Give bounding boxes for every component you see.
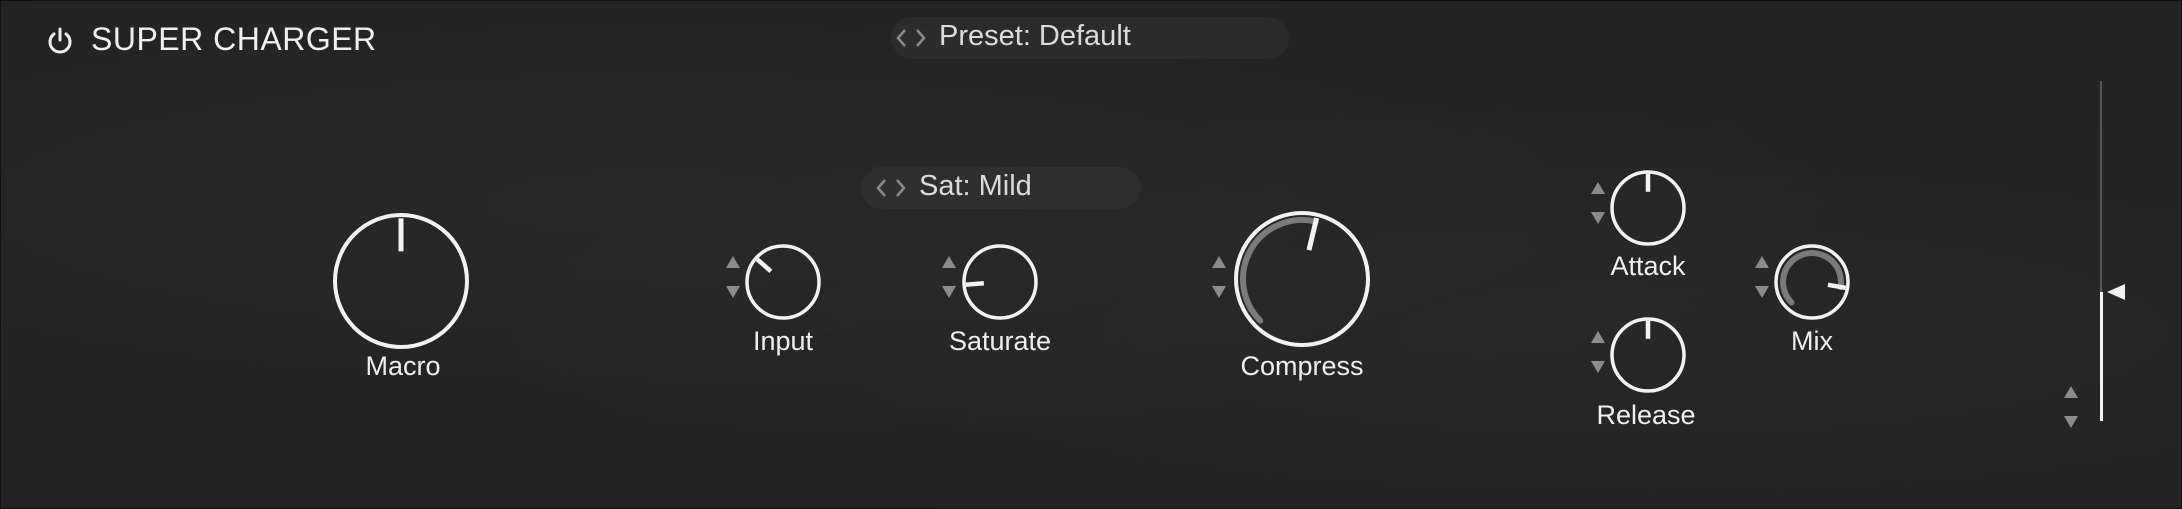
- preset-label[interactable]: Preset: Default: [939, 20, 1131, 53]
- plugin-panel: SUPER CHARGER Preset: Default Sat: Mild …: [0, 0, 2182, 509]
- mix-knob[interactable]: [1772, 242, 1852, 322]
- preset-nav-chevrons-icon[interactable]: [893, 23, 929, 53]
- input-stepper-icon[interactable]: [723, 254, 743, 300]
- mix-knob-indicator: [1827, 282, 1847, 291]
- mix-value-arc: [1780, 250, 1844, 306]
- saturate-knob[interactable]: [960, 242, 1040, 322]
- plugin-title: SUPER CHARGER: [91, 21, 377, 57]
- sat-nav-chevrons-icon[interactable]: [873, 173, 909, 203]
- saturate-knob-indicator: [965, 281, 985, 287]
- release-label: Release: [1596, 400, 1696, 430]
- compress-label: Compress: [1240, 351, 1364, 381]
- macro-knob[interactable]: [331, 211, 471, 351]
- attack-stepper-icon[interactable]: [1588, 180, 1608, 226]
- input-knob-indicator: [755, 257, 773, 273]
- input-knob-ring: [745, 244, 821, 320]
- attack-knob[interactable]: [1608, 168, 1688, 248]
- compress-knob-ring: [1234, 211, 1370, 347]
- saturation-mode-label[interactable]: Sat: Mild: [919, 170, 1032, 203]
- mix-label: Mix: [1791, 326, 1833, 356]
- mix-stepper-icon[interactable]: [1752, 254, 1772, 300]
- input-label: Input: [752, 326, 814, 356]
- release-stepper-icon[interactable]: [1588, 329, 1608, 375]
- saturate-stepper-icon[interactable]: [939, 254, 959, 300]
- power-icon[interactable]: [45, 26, 75, 56]
- output-stepper-icon[interactable]: [2061, 384, 2081, 430]
- saturate-label: Saturate: [948, 326, 1052, 356]
- input-knob[interactable]: [743, 242, 823, 322]
- release-knob[interactable]: [1608, 315, 1688, 395]
- level-pointer-icon[interactable]: [2105, 282, 2127, 302]
- compress-knob[interactable]: [1232, 209, 1372, 349]
- macro-label: Macro: [365, 351, 441, 381]
- mix-knob-ring: [1774, 244, 1850, 320]
- compress-stepper-icon[interactable]: [1209, 254, 1229, 300]
- output-meter-fill: [2100, 291, 2103, 421]
- attack-label: Attack: [1610, 251, 1686, 281]
